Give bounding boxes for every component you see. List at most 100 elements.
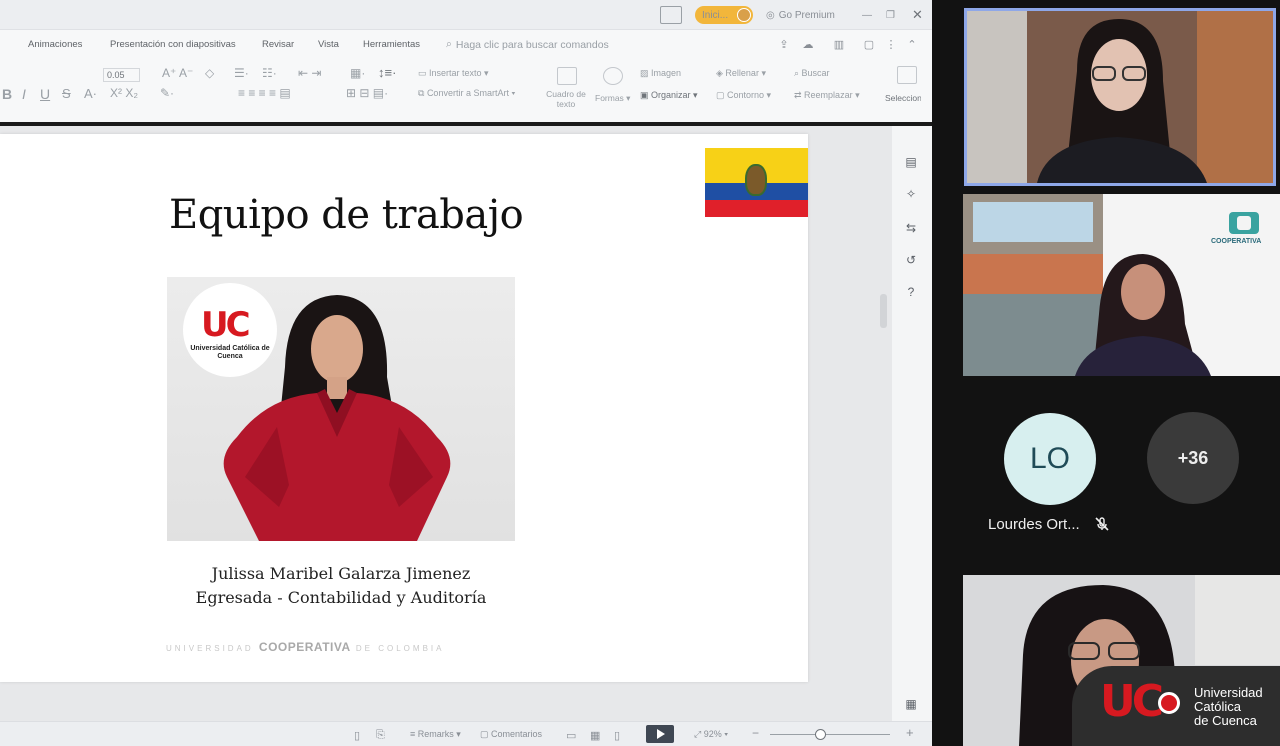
zoom-in-icon[interactable]: + xyxy=(906,725,914,740)
image-label: Imagen xyxy=(651,68,682,78)
bold-icon[interactable]: B xyxy=(2,86,12,102)
reading-icon[interactable]: ▯ xyxy=(614,729,620,742)
select-label[interactable]: Seleccionar xyxy=(885,93,921,103)
find-button[interactable]: ⌕ Buscar xyxy=(794,68,830,79)
convert-smartart-button[interactable]: ⧉ Convertir a SmartArt ▾ xyxy=(418,88,515,99)
avatar-initials: LO xyxy=(1029,442,1071,475)
member-name[interactable]: Julissa Maribel Galarza Jimenez xyxy=(167,564,515,583)
slide[interactable]: Equipo de trabajo UC Universidad Católic… xyxy=(0,134,808,682)
fill-label: Rellenar xyxy=(725,68,759,78)
slides-panel-icon[interactable]: ▤ xyxy=(903,154,919,170)
slide-sorter-icon[interactable]: ▦ xyxy=(590,729,600,742)
more-participants-button[interactable]: +36 xyxy=(1147,412,1239,504)
notes-panel-icon[interactable]: ▯ xyxy=(354,729,360,742)
superscript-icon[interactable]: X² X₂ xyxy=(110,86,138,100)
user-avatar-icon xyxy=(737,8,751,22)
shapes-label[interactable]: Formas ▾ xyxy=(595,93,630,104)
slide-canvas[interactable]: Equipo de trabajo UC Universidad Católic… xyxy=(0,126,892,721)
menu-presentacion[interactable]: Presentación con diapositivas xyxy=(110,39,236,50)
numbering-icon[interactable]: ☷· xyxy=(262,66,277,80)
organize-button[interactable]: ▣ Organizar ▾ xyxy=(640,90,698,101)
chart-icon[interactable]: ▥ xyxy=(832,38,846,52)
menu-revisar[interactable]: Revisar xyxy=(262,39,294,50)
replace-button[interactable]: ⇄ Reemplazar ▾ xyxy=(794,90,860,101)
comment-icon[interactable]: ▢ xyxy=(862,38,876,52)
right-side-toolbar: ▤ ✧ ⇆ ↺ ? ▦ xyxy=(892,126,932,721)
zoom-out-icon[interactable]: − xyxy=(752,726,759,740)
fill-button[interactable]: ◈ Rellenar ▾ xyxy=(716,68,766,79)
member-role[interactable]: Egresada - Contabilidad y Auditoría xyxy=(167,588,515,607)
align-icons[interactable]: ≡ ≡ ≡ ≡ ▤ xyxy=(238,86,291,100)
sign-in-button[interactable]: Inici... xyxy=(695,6,753,24)
font-size-field[interactable]: 0.05 xyxy=(103,68,140,82)
italic-icon[interactable]: I xyxy=(22,86,26,102)
animation-icon[interactable]: ✧ xyxy=(903,186,919,202)
comments-button[interactable]: ▢ Comentarios xyxy=(480,729,542,740)
university-logo-text: Universidad Católica de Cuenca xyxy=(190,345,270,360)
slide-title[interactable]: Equipo de trabajo xyxy=(169,192,524,238)
remarks-label: Remarks xyxy=(417,729,454,739)
bullets-icon[interactable]: ☰· xyxy=(234,66,249,80)
profile-photo[interactable]: UC Universidad Católica de Cuenca xyxy=(167,277,515,541)
participant-avatar[interactable]: LO xyxy=(1004,413,1096,505)
footer-brand-text: COOPERATIVA xyxy=(258,640,351,654)
command-search-placeholder: Haga clic para buscar comandos xyxy=(455,38,609,51)
line-spacing-icon[interactable]: ↕≡· xyxy=(378,65,396,80)
text-box-label[interactable]: Cuadro de texto xyxy=(546,89,586,109)
menu-animaciones[interactable]: Animaciones xyxy=(28,39,82,50)
distribute-icons[interactable]: ⊞ ⊟ ▤· xyxy=(346,86,388,100)
restore-icon[interactable]: ❐ xyxy=(886,6,895,24)
insert-text-button[interactable]: ▭ Insertar texto ▾ xyxy=(418,68,489,79)
normal-view-icon[interactable]: ▭ xyxy=(566,729,576,742)
menu-herramientas[interactable]: Herramientas xyxy=(363,39,420,50)
outline-button[interactable]: ▢ Contorno ▾ xyxy=(716,90,771,101)
font-color-icon[interactable]: A· xyxy=(84,86,97,101)
more-icon[interactable]: ⋮ xyxy=(884,38,898,52)
footer-left-text: UNIVERSIDAD xyxy=(166,644,254,653)
command-search[interactable]: ⌕ Haga clic para buscar comandos xyxy=(446,38,609,51)
shapes-icon[interactable] xyxy=(603,67,623,85)
go-premium-button[interactable]: ◎ Go Premium xyxy=(766,6,835,24)
grid-icon[interactable]: ▦ xyxy=(903,696,919,712)
share-icon[interactable]: ⇪ xyxy=(777,38,791,52)
help-icon[interactable]: ? xyxy=(903,284,919,300)
university-logo: UC Universidad Católica de Cuenca xyxy=(183,283,277,377)
underline-icon[interactable]: U xyxy=(40,86,50,102)
collapse-ribbon-icon[interactable]: ⌃ xyxy=(905,38,919,52)
zoom-slider-thumb[interactable] xyxy=(815,729,826,740)
minimize-icon[interactable]: — xyxy=(862,6,872,24)
transitions-icon[interactable]: ⇆ xyxy=(903,220,919,236)
remarks-button[interactable]: ≡ Remarks ▾ xyxy=(410,729,461,740)
highlight-icon[interactable]: ✎· xyxy=(160,86,174,100)
participant-video-2[interactable]: COOPERATIVA xyxy=(963,194,1280,376)
uc-watermark-logo: UC xyxy=(1100,676,1164,727)
vertical-scrollbar[interactable] xyxy=(880,294,887,328)
image-button[interactable]: ▨ Imagen xyxy=(640,68,681,79)
uc-logo-mark: UC xyxy=(201,305,251,345)
comments-label: Comentarios xyxy=(491,729,543,739)
play-slideshow-button[interactable] xyxy=(646,725,674,743)
reading-view-icon[interactable]: ⎘ xyxy=(376,729,385,742)
text-box-icon[interactable] xyxy=(557,67,577,85)
ecuador-flag-image[interactable] xyxy=(705,148,808,217)
fit-zoom-button[interactable]: ⤢ 92% ▾ xyxy=(694,729,728,740)
indent-icon[interactable]: ⇤ ⇥ xyxy=(298,66,321,80)
more-participants-count: +36 xyxy=(1177,447,1209,468)
select-icon[interactable] xyxy=(897,66,917,84)
columns-icon[interactable]: ▦· xyxy=(350,66,365,80)
menu-vista[interactable]: Vista xyxy=(318,39,339,50)
convert-smartart-label: Convertir a SmartArt xyxy=(426,88,509,98)
history-icon[interactable]: ↺ xyxy=(903,252,919,268)
clear-format-icon[interactable]: ◇ xyxy=(205,66,214,80)
layout-toggle-icon[interactable] xyxy=(660,6,682,24)
search-icon: ⌕ xyxy=(446,38,452,50)
participant-video-1[interactable] xyxy=(964,8,1276,186)
zoom-slider[interactable] xyxy=(770,734,890,735)
menu-bar: Animaciones Presentación con diapositiva… xyxy=(0,30,932,60)
cloud-icon[interactable]: ☁ xyxy=(801,38,815,52)
uc-watermark-emblem-icon xyxy=(1158,692,1180,714)
close-icon[interactable]: ✕ xyxy=(912,6,923,24)
participants-panel: COOPERATIVA LO +36 Lourdes Ort... xyxy=(932,0,1280,746)
strikethrough-icon[interactable]: S xyxy=(62,86,71,101)
increase-font-icon[interactable]: A⁺ A⁻ xyxy=(162,66,193,80)
